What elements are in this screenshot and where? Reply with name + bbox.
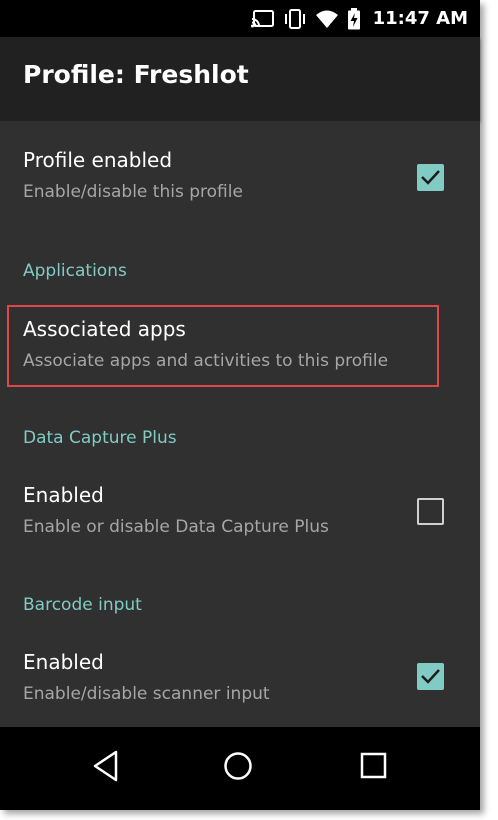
battery-charging-icon [347,7,361,30]
checkmark-icon [421,669,440,684]
pref-summary: Enable or disable Data Capture Plus [23,517,329,537]
profile-enabled-checkbox[interactable] [417,164,444,191]
category-data-capture-plus: Data Capture Plus [23,428,177,448]
page-title: Profile: Freshlot [23,60,249,89]
pref-summary: Enable/disable scanner input [23,684,270,704]
pref-title: Enabled [23,650,104,674]
wifi-icon [315,9,339,29]
device-frame: 11:47 AM Profile: Freshlot Profile enabl… [0,0,480,810]
status-bar: 11:47 AM [0,0,480,37]
settings-list: Profile enabled Enable/disable this prof… [0,121,480,727]
pref-profile-enabled[interactable]: Profile enabled Enable/disable this prof… [0,121,480,231]
pref-barcode-enabled[interactable]: Enabled Enable/disable scanner input [0,633,480,727]
barcode-enabled-checkbox[interactable] [417,663,444,690]
dcp-enabled-checkbox[interactable] [417,498,444,525]
navigation-bar [0,727,480,810]
status-clock: 11:47 AM [372,8,468,29]
category-applications: Applications [23,261,127,281]
pref-title: Profile enabled [23,148,173,172]
app-bar: Profile: Freshlot [0,37,480,121]
checkmark-icon [421,170,440,185]
recents-icon[interactable] [359,749,389,787]
back-icon[interactable] [91,749,121,787]
highlight-box [7,305,439,387]
pref-summary: Enable/disable this profile [23,182,243,202]
vibrate-icon [283,8,307,29]
pref-title: Enabled [23,483,104,507]
cast-icon [250,9,275,29]
home-icon[interactable] [222,749,254,787]
pref-dcp-enabled[interactable]: Enabled Enable or disable Data Capture P… [0,466,480,566]
category-barcode-input: Barcode input [23,595,142,615]
status-icons: 11:47 AM [250,0,468,37]
